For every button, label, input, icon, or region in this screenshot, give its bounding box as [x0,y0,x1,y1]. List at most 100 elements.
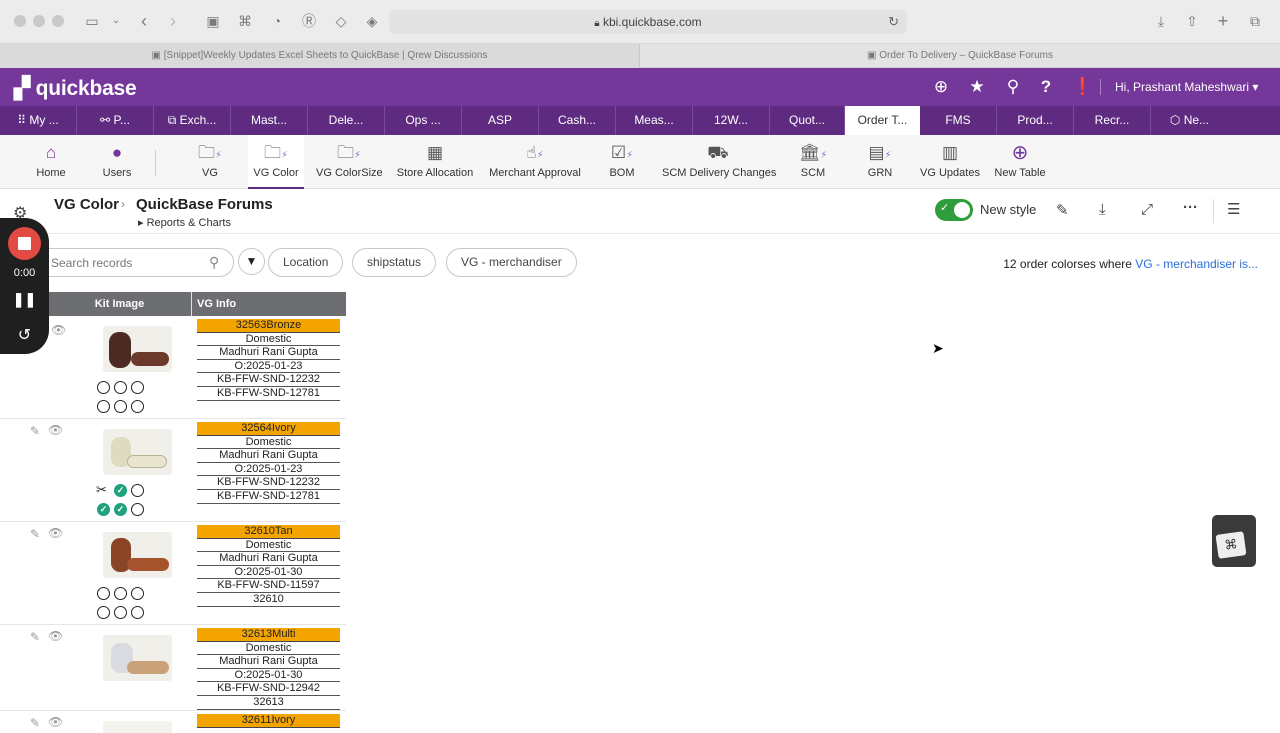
app-tab[interactable]: Quot... [770,106,845,135]
view-icon[interactable]: 👁︎ [48,629,63,643]
view-icon[interactable]: 👁︎ [48,526,63,540]
filter-vg-merchandiser[interactable]: VG - merchandiser [446,248,577,277]
new-tab-icon[interactable]: + [1214,12,1232,30]
app-tab-active[interactable]: Order T... [845,106,920,135]
minimize-window-button[interactable] [33,15,45,27]
command-icon[interactable]: ⌘ [236,12,254,30]
kit-image[interactable] [103,429,172,475]
star-icon[interactable]: ★ [967,77,987,97]
app-tab[interactable]: Meas... [616,106,693,135]
extension-icon[interactable]: ◔ [268,12,286,30]
filter-icon[interactable]: ▼ [238,248,265,275]
new-style-toggle[interactable]: ✓ [935,199,973,221]
fullscreen-icon[interactable]: ⤢ [1141,201,1153,218]
table-users[interactable]: ● Users [96,135,138,189]
share-icon[interactable]: ⇧ [1183,12,1201,30]
zoom-window-button[interactable] [52,15,64,27]
pause-icon[interactable]: ❚❚ [0,291,49,308]
table-store-allocation[interactable]: ▦ Store Allocation [396,135,474,189]
table-row[interactable]: 👁︎ 32563Bronze Domestic Madhuri Rani Gup… [0,316,346,419]
restart-icon[interactable]: ↺ [0,325,49,345]
reports-charts-link[interactable]: ▸ Reports & Charts [138,216,231,229]
filter-location[interactable]: Location [268,248,344,277]
kit-image[interactable] [103,721,172,733]
user-menu[interactable]: Hi, Prashant Maheshwari ▾ [1115,80,1258,94]
summary-filter-link[interactable]: VG - merchandiser is... [1135,257,1258,271]
edit-icon[interactable]: ✎ [30,716,40,730]
view-icon[interactable]: 👁︎ [48,715,63,729]
view-icon[interactable]: 👁︎ [48,423,63,437]
close-window-button[interactable] [14,15,26,27]
kit-image[interactable] [103,532,172,578]
vg-info-header[interactable]: 32610Tan [197,525,340,539]
vg-info-header[interactable]: 32611Ivory [197,714,340,728]
address-bar[interactable]: 🔒︎ kbi.quickbase.com ↻ [389,10,907,34]
customize-icon[interactable]: ☰ [1227,200,1240,218]
browser-tab[interactable]: ▣ [Snippet]Weekly Updates Excel Sheets t… [0,44,640,68]
forward-icon[interactable]: › [164,12,182,30]
search-icon[interactable]: ⚲ [1003,77,1023,97]
app-tab[interactable]: ⚯ P... [77,106,154,135]
stop-record-button[interactable] [8,227,41,260]
quickbase-logo[interactable]: ▞ quickbase [14,76,137,101]
table-row[interactable]: ✎ 👁︎ 32610Tan Domestic Madhuri Rani Gupt… [0,522,346,625]
edit-icon[interactable]: ✎ [30,630,40,644]
table-scm[interactable]: 🏛︎⚡︎ SCM [793,135,833,189]
edit-report-icon[interactable]: ✎ [1056,201,1069,219]
vg-info-header[interactable]: 32563Bronze [197,319,340,333]
kit-image[interactable] [103,326,172,372]
tab-overview-icon[interactable]: ⧉ [1246,12,1264,30]
table-vg-updates[interactable]: ▥ VG Updates [920,135,980,189]
filter-shipstatus[interactable]: shipstatus [352,248,437,277]
table-title[interactable]: VG Color [54,196,119,213]
table-vg-colorsize[interactable]: 🗀︎⚡︎ VG ColorSize [316,135,383,189]
reload-icon[interactable]: ↻ [888,10,899,34]
column-header-vg-info[interactable]: VG Info [192,292,346,316]
floating-widget[interactable]: ⌘ [1212,515,1256,567]
table-grn[interactable]: ▤⚡︎ GRN [860,135,900,189]
chevron-down-icon[interactable]: ⌄ [107,12,125,30]
vg-info-header[interactable]: 32613Multi [197,628,340,642]
app-tab[interactable]: Mast... [231,106,308,135]
app-tab[interactable]: ASP [462,106,539,135]
table-vg-color[interactable]: 🗀︎⚡︎ VG Color [248,135,304,189]
table-bom[interactable]: ☑⚡︎ BOM [602,135,642,189]
view-icon[interactable]: 👁︎ [51,323,66,337]
app-tab[interactable]: FMS [920,106,997,135]
app-tab[interactable]: Dele... [308,106,385,135]
new-table-button[interactable]: ⊕ New Table [993,135,1047,189]
add-icon[interactable]: ⊕ [931,77,951,97]
app-tab[interactable]: Ops ... [385,106,462,135]
alert-icon[interactable]: ❗ [1072,77,1093,97]
privacy-icon[interactable]: ◈ [363,12,381,30]
table-row[interactable]: ✎ 👁︎ ✂ ✓ ✓ ✓ 32564Ivory Domestic Madhuri… [0,419,346,522]
table-row[interactable]: ✎ 👁︎ 32611Ivory [0,711,346,733]
edit-icon[interactable]: ✎ [30,424,40,438]
edit-icon[interactable]: ✎ [30,527,40,541]
table-merchant-approval[interactable]: ☝︎⚡︎ Merchant Approval [489,135,581,189]
table-scm-delivery-changes[interactable]: ⛟ SCM Delivery Changes [662,135,776,189]
help-icon[interactable]: ? [1036,77,1056,97]
app-tab[interactable]: Prod... [997,106,1074,135]
reader-icon[interactable]: Ⓡ [300,12,318,30]
app-tab[interactable]: ⠿ My ... [0,106,77,135]
app-tab[interactable]: ⧉ Exch... [154,106,231,135]
search-input[interactable]: Search records ⚲ [30,248,234,277]
table-vg[interactable]: 🗀︎⚡︎ VG [190,135,230,189]
browser-tab[interactable]: ▣ Order To Delivery – QuickBase Forums [640,44,1280,68]
sidebar-icon[interactable]: ▭ [83,12,101,30]
shield-icon[interactable]: ◇ [332,12,350,30]
app-tab[interactable]: Recr... [1074,106,1151,135]
downloads-icon[interactable]: ⤓ [1152,12,1170,30]
app-tab[interactable]: Cash... [539,106,616,135]
table-row[interactable]: ✎ 👁︎ 32613Multi Domestic Madhuri Rani Gu… [0,625,346,711]
download-icon[interactable]: ⤓ [1099,201,1106,218]
table-home[interactable]: ⌂ Home [30,135,72,189]
app-tab[interactable]: 12W... [693,106,770,135]
more-icon[interactable]: ··· [1183,199,1198,216]
bookmark-icon[interactable]: ▣ [204,12,222,30]
back-icon[interactable]: ‹ [135,12,153,30]
kit-image[interactable] [103,635,172,681]
app-tab[interactable]: ⬡ Ne... [1151,106,1228,135]
vg-info-header[interactable]: 32564Ivory [197,422,340,436]
